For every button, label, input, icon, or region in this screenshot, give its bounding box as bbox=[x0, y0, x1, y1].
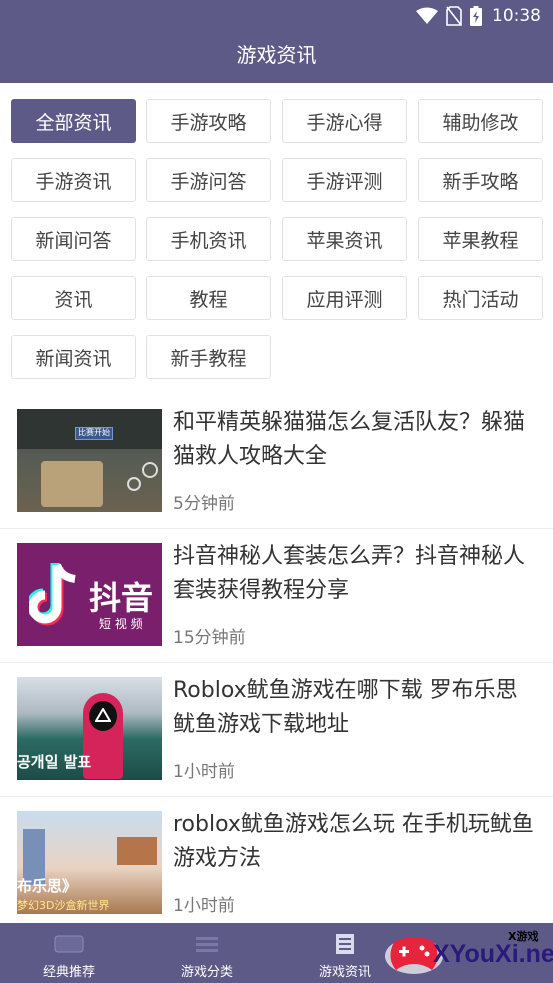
chip-mobile-reviews[interactable]: 手游评测 bbox=[282, 158, 407, 202]
article-item[interactable]: 抖音 短 视 频 抖音神秘人套装怎么弄？抖音神秘人套装获得教程分享 15分钟前 bbox=[0, 529, 553, 663]
article-thumbnail[interactable]: 比赛开始 bbox=[17, 409, 162, 512]
chip-mobile-tips[interactable]: 手游心得 bbox=[282, 99, 407, 143]
battery-charging-icon bbox=[470, 6, 482, 26]
article-title[interactable]: roblox鱿鱼游戏怎么玩 在手机玩鱿鱼游戏方法 bbox=[173, 808, 535, 876]
chip-press-news[interactable]: 新闻资讯 bbox=[11, 335, 136, 379]
article-time: 15分钟前 bbox=[173, 628, 246, 648]
thumbnail-sub: 梦幻3D沙盒新世界 bbox=[17, 899, 110, 912]
classic-icon bbox=[54, 935, 84, 953]
chip-beginner-guides[interactable]: 新手攻略 bbox=[418, 158, 543, 202]
thumbnail-caption: 布乐思》 bbox=[17, 877, 78, 895]
chip-tutorials[interactable]: 教程 bbox=[146, 276, 271, 320]
status-bar: 10:38 bbox=[0, 0, 553, 32]
chip-hot-events[interactable]: 热门活动 bbox=[418, 276, 543, 320]
nav-tab-classic[interactable]: 经典推荐 bbox=[0, 923, 138, 983]
thumbnail-caption: 比赛开始 bbox=[78, 428, 110, 437]
article-time: 5分钟前 bbox=[173, 494, 235, 514]
news-icon bbox=[336, 934, 354, 954]
chip-all-news[interactable]: 全部资讯 bbox=[11, 99, 136, 143]
thumbnail-caption: 공개일 발표 bbox=[17, 753, 92, 771]
chip-mobile-qa[interactable]: 手游问答 bbox=[146, 158, 271, 202]
chip-apple-tutorials[interactable]: 苹果教程 bbox=[418, 217, 543, 261]
chip-mobile-guides[interactable]: 手游攻略 bbox=[146, 99, 271, 143]
chip-beginner-tutorials[interactable]: 新手教程 bbox=[146, 335, 271, 379]
article-thumbnail[interactable]: 공개일 발표 bbox=[17, 677, 162, 780]
triangle-mask-icon bbox=[95, 708, 111, 722]
nav-tab-category[interactable]: 游戏分类 bbox=[138, 923, 276, 983]
app-header: 10:38 游戏资讯 bbox=[0, 0, 553, 83]
article-item[interactable]: 공개일 발표 Roblox鱿鱼游戏在哪下载 罗布乐思鱿鱼游戏下载地址 1小时前 bbox=[0, 663, 553, 797]
article-title[interactable]: 和平精英躲猫猫怎么复活队友？躲猫猫救人攻略大全 bbox=[173, 406, 535, 474]
article-item[interactable]: 比赛开始 和平精英躲猫猫怎么复活队友？躲猫猫救人攻略大全 5分钟前 bbox=[0, 395, 553, 529]
watermark-text: XYouXi.net bbox=[433, 940, 553, 968]
nav-label: 经典推荐 bbox=[42, 965, 95, 980]
no-sim-icon bbox=[446, 6, 462, 26]
thumbnail-brand: 抖音 bbox=[89, 579, 154, 617]
chip-mod-tools[interactable]: 辅助修改 bbox=[418, 99, 543, 143]
chip-news[interactable]: 资讯 bbox=[11, 276, 136, 320]
thumbnail-sub: 短 视 频 bbox=[99, 617, 143, 631]
chip-mobile-news[interactable]: 手游资讯 bbox=[11, 158, 136, 202]
article-thumbnail[interactable]: 布乐思》 梦幻3D沙盒新世界 bbox=[17, 811, 162, 914]
page-title: 游戏资讯 bbox=[236, 43, 317, 67]
article-title[interactable]: 抖音神秘人套装怎么弄？抖音神秘人套装获得教程分享 bbox=[173, 540, 535, 608]
tiktok-logo-icon bbox=[29, 563, 76, 626]
article-time: 1小时前 bbox=[173, 762, 235, 782]
chip-apple-news[interactable]: 苹果资讯 bbox=[282, 217, 407, 261]
chip-app-reviews[interactable]: 应用评测 bbox=[282, 276, 407, 320]
nav-label: 游戏分类 bbox=[180, 965, 233, 980]
chip-phone-news[interactable]: 手机资讯 bbox=[146, 217, 271, 261]
article-thumbnail[interactable]: 抖音 短 视 频 bbox=[17, 543, 162, 646]
article-title[interactable]: Roblox鱿鱼游戏在哪下载 罗布乐思鱿鱼游戏下载地址 bbox=[173, 674, 535, 742]
article-time: 1小时前 bbox=[173, 896, 235, 916]
wifi-icon bbox=[416, 7, 438, 24]
category-icon bbox=[196, 937, 218, 952]
chip-news-qa[interactable]: 新闻问答 bbox=[11, 217, 136, 261]
status-time: 10:38 bbox=[492, 6, 541, 26]
article-item[interactable]: 布乐思》 梦幻3D沙盒新世界 roblox鱿鱼游戏怎么玩 在手机玩鱿鱼游戏方法 … bbox=[0, 797, 553, 925]
